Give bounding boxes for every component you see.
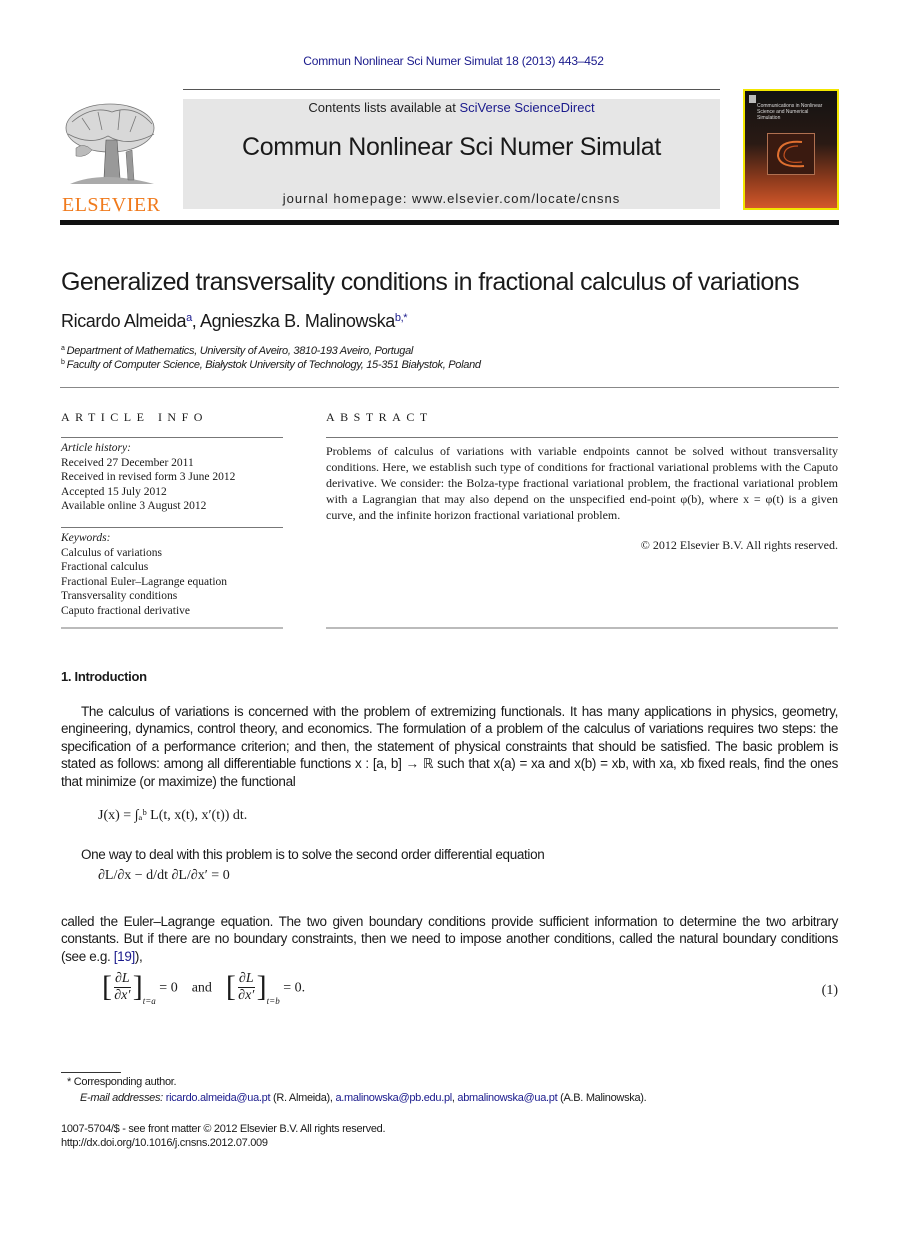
email-owner: (A.B. Malinowska).	[557, 1092, 647, 1104]
equation-functional: J(x) = ∫ₐᵇ L(t, x(t), x′(t)) dt.	[98, 808, 248, 823]
paragraph-text: called the Euler–Lagrange equation. The …	[61, 914, 838, 964]
footnote-rule	[61, 1072, 121, 1073]
email-link[interactable]: ricardo.almeida@ua.pt	[166, 1092, 271, 1104]
journal-title: Commun Nonlinear Sci Numer Simulat	[241, 133, 662, 161]
cover-artwork	[767, 133, 815, 175]
email-owner: (R. Almeida),	[270, 1092, 336, 1104]
history-item: Received 27 December 2011	[61, 456, 194, 469]
journal-banner: Contents lists available at SciVerse Sci…	[183, 99, 720, 209]
contents-line: Contents lists available at SciVerse Sci…	[183, 100, 720, 115]
affiliation-text: Department of Mathematics, University of…	[66, 345, 414, 357]
cover-spiral-icon	[776, 140, 805, 168]
abstract-heading: ABSTRACT	[326, 410, 433, 424]
boundary-condition-b: [∂L ∂x′]t=b	[225, 970, 280, 1007]
email-label: E-mail addresses:	[80, 1092, 163, 1104]
journal-citation[interactable]: Commun Nonlinear Sci Numer Simulat 18 (2…	[0, 54, 907, 68]
contents-prefix: Contents lists available at	[308, 100, 460, 115]
cover-publisher-icon	[749, 95, 756, 103]
article-history: Article history: Received 27 December 20…	[61, 441, 235, 514]
article-info-end-rule	[61, 627, 283, 629]
email-addresses: E-mail addresses: ricardo.almeida@ua.pt …	[80, 1092, 647, 1104]
keyword-item: Fractional Euler–Lagrange equation	[61, 575, 228, 588]
elsevier-wordmark: ELSEVIER	[62, 194, 161, 216]
intro-paragraph: called the Euler–Lagrange equation. The …	[61, 913, 838, 965]
abstract-end-rule	[326, 627, 838, 629]
header-rule	[183, 89, 720, 90]
abstract-text: Problems of calculus of variations with …	[326, 444, 838, 522]
history-item: Available online 3 August 2012	[61, 500, 207, 512]
history-item: Accepted 15 July 2012	[61, 485, 167, 498]
abstract-rule	[326, 437, 838, 438]
section-divider	[60, 387, 839, 388]
affiliation-mark[interactable]: b,*	[395, 312, 408, 324]
affiliation: b Faculty of Computer Science, Białystok …	[61, 359, 481, 371]
equation-number: (1)	[821, 983, 838, 998]
section-heading-introduction: 1. Introduction	[61, 669, 147, 684]
author-list: Ricardo Almeidaa, Agnieszka B. Malinowsk…	[61, 311, 408, 331]
author-name: Agnieszka B. Malinowska	[200, 311, 395, 331]
paragraph-text: ),	[134, 948, 143, 964]
elsevier-tree-icon	[65, 103, 155, 184]
corresponding-author-note: * Corresponding author.	[67, 1076, 177, 1088]
cover-title: Communications in Nonlinear Science and …	[757, 103, 823, 121]
article-info-rule	[61, 437, 283, 438]
equation-natural-boundary: [∂L ∂x′]t=a = 0 and [∂L ∂x′]t=b = 0.	[102, 970, 306, 1007]
header-thick-rule	[60, 220, 839, 225]
affiliation-mark: b	[61, 359, 65, 366]
elsevier-logo[interactable]: ELSEVIER	[62, 100, 160, 215]
eq-and: and	[191, 980, 212, 996]
boundary-condition-a: [∂L ∂x′]t=a	[102, 970, 156, 1007]
journal-homepage[interactable]: journal homepage: www.elsevier.com/locat…	[183, 191, 720, 206]
email-link[interactable]: a.malinowska@pb.edu.pl	[335, 1092, 452, 1104]
doi-link[interactable]: http://dx.doi.org/10.1016/j.cnsns.2012.0…	[61, 1137, 268, 1149]
keyword-item: Fractional calculus	[61, 561, 149, 573]
affiliation: a Department of Mathematics, University o…	[61, 345, 413, 357]
affiliation-mark: a	[61, 345, 65, 352]
author-name: Ricardo Almeida	[61, 311, 187, 331]
article-info-heading: ARTICLE INFO	[61, 410, 208, 424]
keyword-item: Caputo fractional derivative	[61, 604, 191, 617]
affiliation-mark[interactable]: a	[186, 312, 192, 324]
journal-cover-thumbnail[interactable]: Communications in Nonlinear Science and …	[743, 89, 839, 210]
keywords-label: Keywords:	[61, 532, 111, 544]
keywords: Keywords: Calculus of variations Fractio…	[61, 531, 227, 618]
email-link[interactable]: abmalinowska@ua.pt	[457, 1092, 557, 1104]
equation-euler-lagrange: ∂L/∂x − d/dt ∂L/∂x′ = 0	[98, 868, 230, 883]
eq-subscript: t=b	[266, 996, 280, 1007]
eq-subscript: t=a	[142, 996, 156, 1007]
intro-paragraph: The calculus of variations is concerned …	[61, 704, 838, 789]
keyword-item: Transversality conditions	[61, 590, 178, 602]
keyword-item: Calculus of variations	[61, 546, 162, 559]
affiliation-text: Faculty of Computer Science, Białystok U…	[66, 359, 481, 371]
abstract-copyright: © 2012 Elsevier B.V. All rights reserved…	[640, 538, 838, 552]
article-title: Generalized transversality conditions in…	[61, 268, 800, 296]
history-item: Received in revised form 3 June 2012	[61, 471, 236, 483]
keywords-rule	[61, 527, 283, 528]
reference-link[interactable]: [19]	[114, 949, 135, 964]
history-label: Article history:	[61, 442, 131, 454]
intro-paragraph: One way to deal with this problem is to …	[81, 847, 545, 862]
issn-line: 1007-5704/$ - see front matter © 2012 El…	[61, 1123, 386, 1135]
sciencedirect-link[interactable]: SciVerse ScienceDirect	[459, 100, 594, 115]
